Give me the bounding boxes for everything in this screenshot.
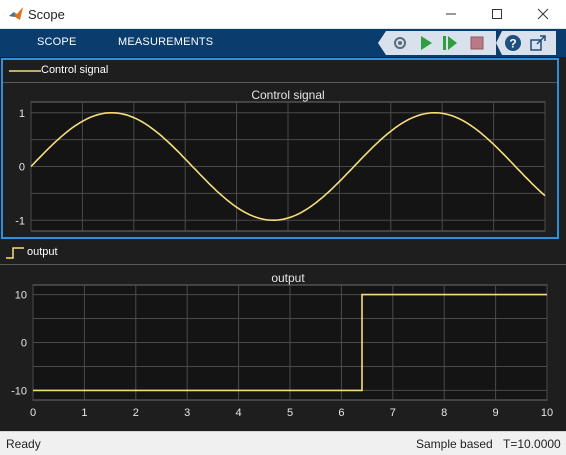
y-tick-label: 0: [21, 338, 27, 350]
tab-scope[interactable]: SCOPE: [37, 36, 77, 48]
x-tick-label: 6: [338, 407, 344, 419]
x-tick-label: 2: [133, 407, 139, 419]
run-icon[interactable]: [417, 34, 435, 52]
close-icon: [537, 8, 549, 20]
step-forward-icon[interactable]: [441, 34, 459, 52]
stop-icon[interactable]: [468, 34, 486, 52]
y-tick-label: 1: [19, 108, 25, 120]
x-tick-label: 7: [390, 407, 396, 419]
y-tick-label: -1: [15, 215, 25, 227]
x-tick-label: 10: [541, 407, 553, 419]
undock-icon[interactable]: [529, 34, 547, 52]
matlab-logo-icon: [9, 7, 23, 20]
x-tick-label: 3: [184, 407, 190, 419]
x-tick-label: 9: [493, 407, 499, 419]
y-tick-label: -10: [11, 385, 27, 397]
status-sim-time: T=10.0000: [503, 437, 561, 451]
title-bar: Scope: [0, 0, 566, 29]
x-tick-label: 0: [30, 407, 36, 419]
close-button[interactable]: [520, 0, 566, 28]
line-swatch-icon: [9, 70, 41, 72]
y-tick-label: 0: [19, 162, 25, 174]
x-tick-label: 1: [81, 407, 87, 419]
svg-text:?: ?: [509, 37, 516, 51]
status-sample-mode: Sample based: [416, 437, 493, 451]
window-title: Scope: [28, 7, 65, 22]
x-tick-label: 8: [441, 407, 447, 419]
tab-measurements[interactable]: MEASUREMENTS: [118, 36, 213, 48]
control-signal-axes[interactable]: 1 0 -1: [0, 82, 566, 242]
legend-control-signal[interactable]: Control signal: [3, 60, 557, 83]
output-axes[interactable]: 100-100 1 2 3 4 5 6 7 8 9 10: [0, 265, 566, 431]
legend-output[interactable]: output: [0, 242, 566, 265]
maximize-icon: [492, 9, 502, 19]
maximize-button[interactable]: [474, 0, 520, 28]
status-ready: Ready: [6, 437, 41, 451]
help-icon[interactable]: ?: [504, 34, 522, 52]
scope-window: Scope SCOPE MEASUREMENTS ? Control signa…: [0, 0, 566, 455]
step-swatch-icon: [6, 247, 24, 259]
x-tick-label: 5: [287, 407, 293, 419]
legend-label: Control signal: [41, 64, 109, 76]
legend-label: output: [27, 246, 58, 258]
stepping-options-icon[interactable]: [391, 34, 409, 52]
x-tick-label: 4: [236, 407, 242, 419]
status-bar: Ready Sample based T=10.0000: [0, 431, 566, 455]
minimize-icon: [446, 13, 456, 15]
minimize-button[interactable]: [428, 0, 474, 28]
y-tick-label: 10: [15, 290, 27, 302]
